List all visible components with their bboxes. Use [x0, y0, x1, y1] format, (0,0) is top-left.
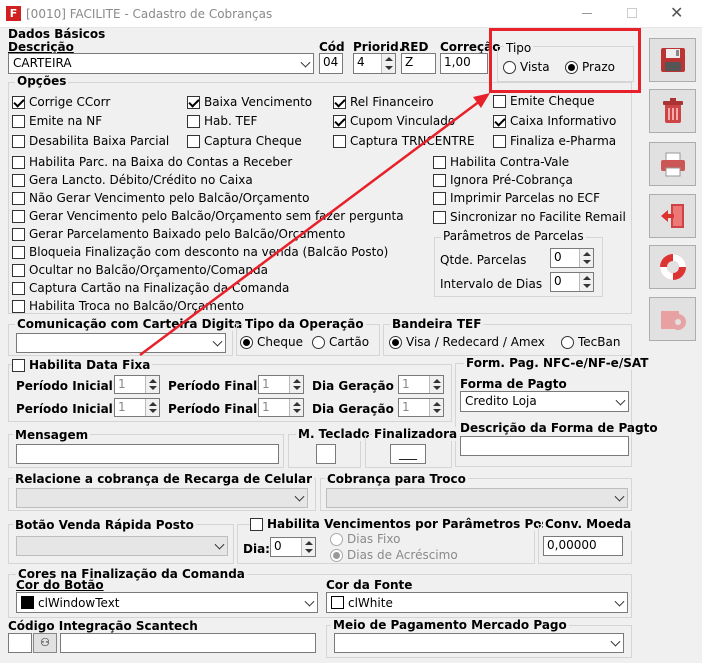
annotation-arrow — [139, 93, 490, 357]
